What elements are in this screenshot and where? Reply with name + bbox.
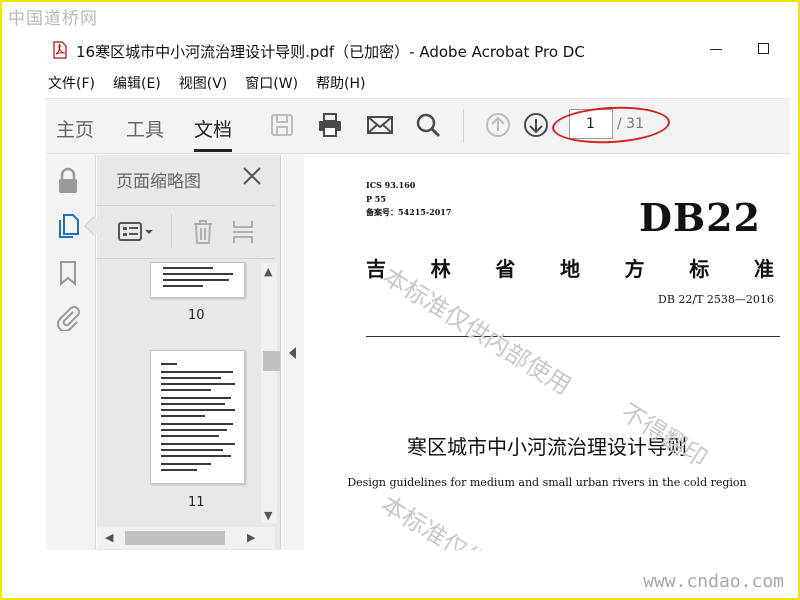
maximize-button[interactable]	[758, 43, 769, 54]
thumbnail-label: 10	[188, 308, 205, 323]
navigation-rail	[46, 155, 104, 550]
page-thumbnails-icon[interactable]	[55, 212, 81, 240]
save-icon[interactable]	[268, 111, 296, 139]
search-icon[interactable]	[414, 111, 442, 139]
thumbnail-options-icon[interactable]	[117, 220, 157, 244]
watermark-text: 本标准仅供	[375, 490, 493, 550]
site-logo: 中国道桥网	[8, 9, 98, 29]
header-rule	[366, 336, 780, 337]
heading-char: 林	[430, 257, 451, 281]
menu-help[interactable]: 帮助(H)	[316, 73, 365, 93]
ics-code: ICS 93.160	[366, 180, 416, 190]
pdf-file-icon	[53, 41, 67, 59]
next-page-icon[interactable]	[522, 111, 550, 139]
attachment-icon[interactable]	[55, 303, 81, 331]
tab-tools[interactable]: 工具	[126, 115, 164, 142]
thumbnail-vertical-scrollbar[interactable]: ▲ ▼	[261, 263, 280, 523]
thumbnail-label: 11	[188, 495, 205, 510]
lock-icon[interactable]	[55, 167, 81, 195]
document-page: ICS 93.160 P 55 备案号：54215-2017 DB22 吉 林 …	[304, 155, 790, 550]
menu-file[interactable]: 文件(F)	[48, 73, 95, 93]
minimize-button[interactable]	[710, 49, 722, 50]
menu-window[interactable]: 窗口(W)	[245, 73, 298, 93]
menu-bar: 文件(F) 编辑(E) 视图(V) 窗口(W) 帮助(H)	[48, 73, 384, 93]
scroll-right-icon[interactable]: ▶	[247, 531, 255, 544]
page-thumbnail-11[interactable]	[150, 350, 245, 484]
document-title-en: Design guidelines for medium and small u…	[347, 476, 747, 489]
screenshot-frame: 中国道桥网 16寒区城市中小河流治理设计导则.pdf（已加密）- Adobe A…	[0, 0, 800, 600]
tab-home[interactable]: 主页	[56, 115, 94, 142]
panel-collapse-bar[interactable]	[282, 155, 304, 550]
delete-page-icon[interactable]	[191, 218, 215, 246]
record-number: 备案号：54215-2017	[366, 207, 452, 217]
tab-document[interactable]: 文档	[194, 115, 233, 152]
document-title-cn: 寒区城市中小河流治理设计导则	[407, 435, 687, 459]
heading-char: 方	[624, 257, 645, 281]
menu-edit[interactable]: 编辑(E)	[113, 73, 161, 93]
scroll-up-icon[interactable]: ▲	[264, 265, 272, 278]
scroll-down-icon[interactable]: ▼	[264, 509, 272, 522]
heading-char: 标	[689, 257, 710, 281]
window-title: 16寒区城市中小河流治理设计导则.pdf（已加密）- Adobe Acrobat…	[76, 43, 585, 61]
page-thumbnail-10[interactable]	[150, 262, 245, 298]
heading-char: 准	[753, 257, 774, 281]
panel-toolbar-separator	[171, 214, 172, 248]
menu-view[interactable]: 视图(V)	[179, 73, 228, 93]
standard-code: DB22	[639, 195, 761, 240]
previous-page-icon[interactable]	[484, 111, 512, 139]
thumbnail-horizontal-scrollbar[interactable]: ◀ ▶	[97, 527, 275, 549]
print-icon[interactable]	[316, 111, 344, 139]
panel-toolbar	[97, 205, 275, 259]
bookmark-icon[interactable]	[55, 259, 81, 287]
standard-number: DB 22/T 2538—2016	[658, 293, 774, 306]
extract-page-icon[interactable]	[231, 218, 255, 246]
heading-char: 地	[559, 257, 580, 281]
classification-code: P 55	[366, 194, 386, 204]
toolbar-separator	[463, 109, 464, 143]
collapse-arrow-icon[interactable]	[289, 347, 296, 359]
horizontal-scroll-thumb[interactable]	[125, 531, 225, 545]
email-icon[interactable]	[366, 111, 394, 139]
title-bar: 16寒区城市中小河流治理设计导则.pdf（已加密）- Adobe Acrobat…	[46, 38, 796, 66]
panel-title: 页面缩略图	[116, 172, 201, 192]
thumbnail-panel: 页面缩略图 10 11 ▲ ▼ ◀ ▶	[97, 155, 281, 550]
close-icon[interactable]	[241, 165, 263, 187]
toolbar: 主页 工具 文档 1 / 31	[46, 98, 790, 154]
vertical-scroll-thumb[interactable]	[263, 351, 280, 371]
scroll-left-icon[interactable]: ◀	[105, 531, 113, 544]
site-url: www.cndao.com	[643, 571, 784, 592]
heading-char: 省	[495, 257, 516, 281]
